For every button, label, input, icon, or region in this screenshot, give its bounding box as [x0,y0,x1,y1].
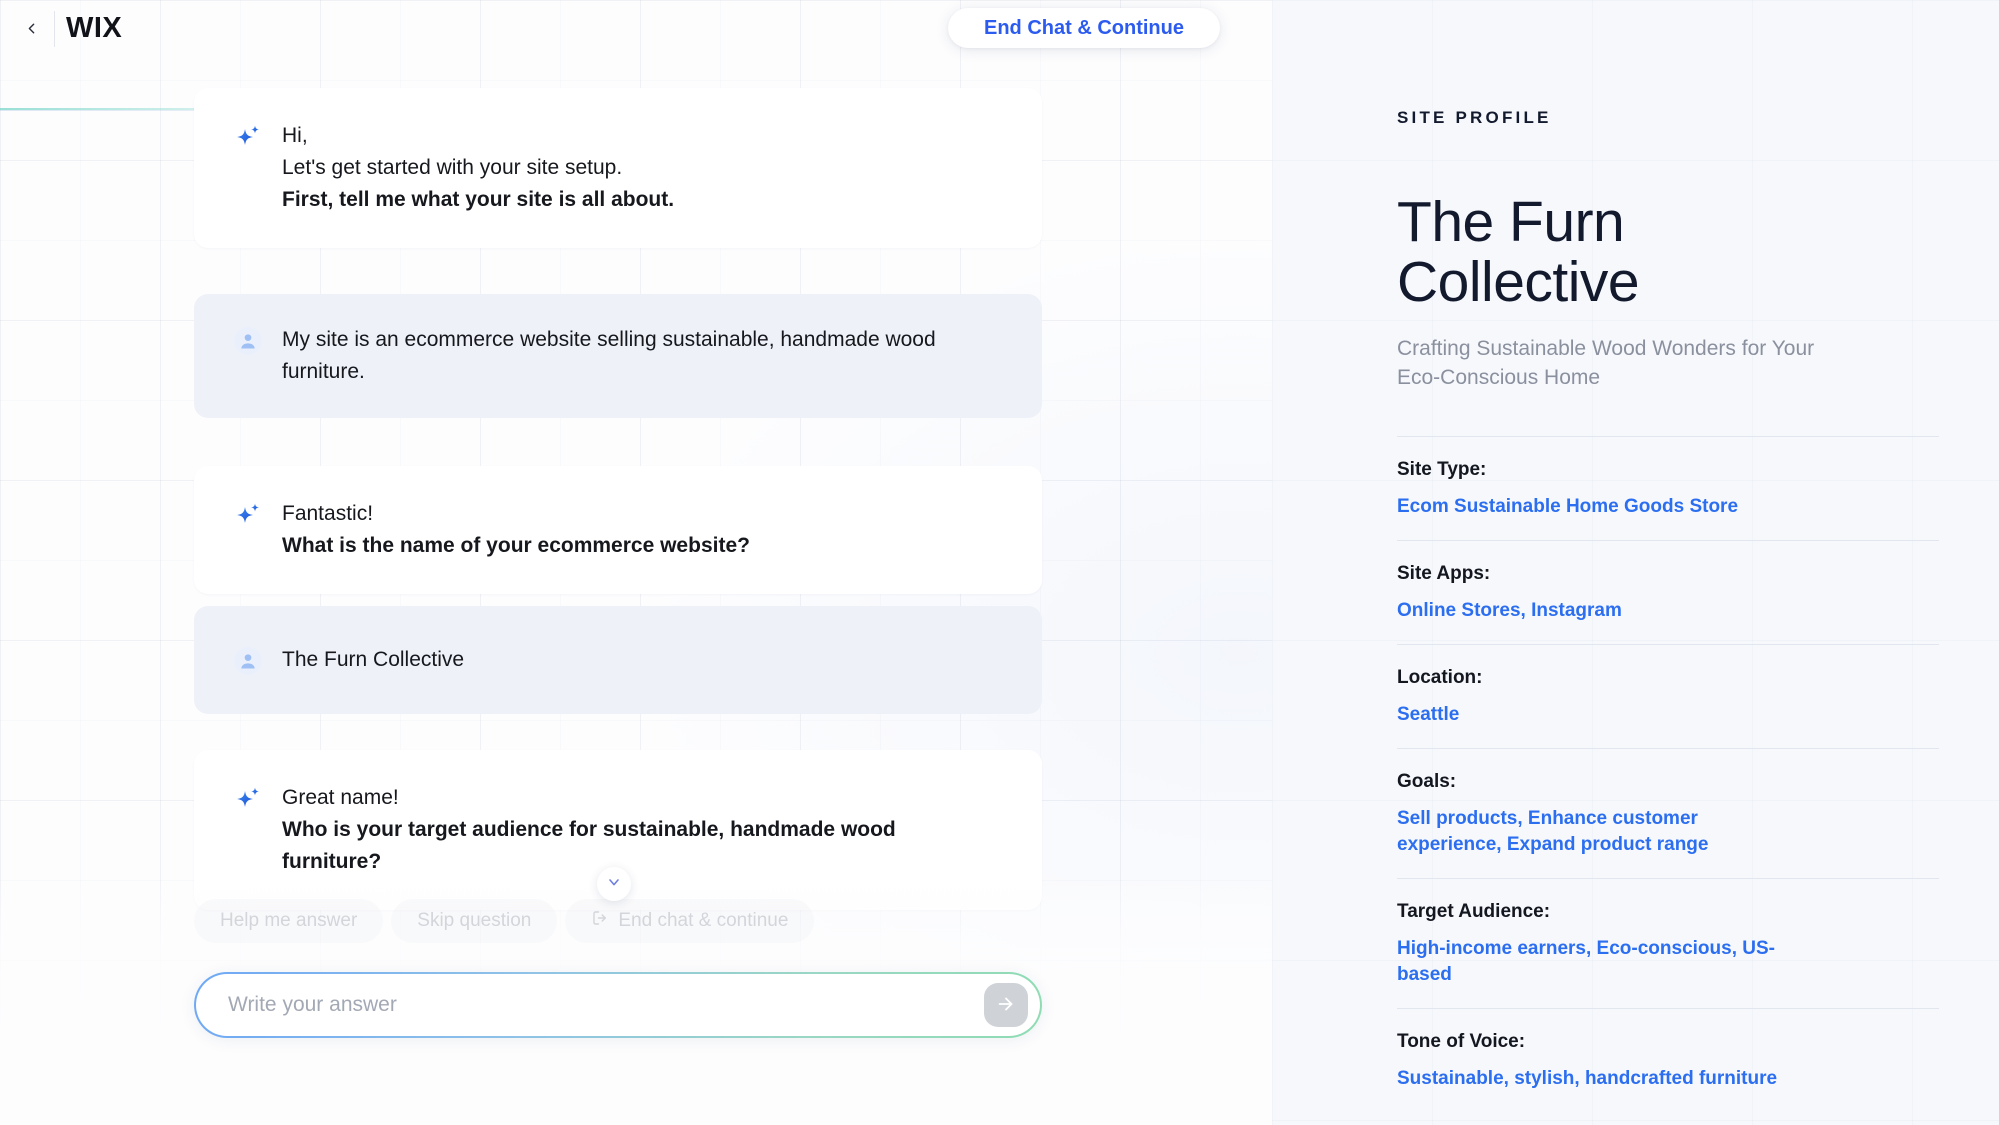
chat-column: Hi, Let's get started with your site set… [0,0,1272,1125]
scroll-to-bottom-button[interactable] [597,867,631,901]
site-title-line-2: Collective [1397,252,1939,312]
message-body: Fantastic! What is the name of your ecom… [282,498,1002,562]
message-line: First, tell me what your site is all abo… [282,184,1002,216]
message-line: What is the name of your ecommerce websi… [282,530,1002,562]
detail-label: Site Type: [1397,459,1939,481]
message-body: My site is an ecommerce website selling … [282,324,1002,388]
site-profile-eyebrow: SITE PROFILE [1397,108,1939,128]
chip-help-me-answer[interactable]: Help me answer [194,899,383,943]
topbar-divider [54,11,55,47]
detail-row-target-audience: Target Audience: High-income earners, Ec… [1397,878,1939,1008]
site-title-line-1: The Furn [1397,192,1939,252]
user-avatar-icon [234,327,262,355]
detail-label: Goals: [1397,771,1939,793]
chat-message-ai-2: Fantastic! What is the name of your ecom… [194,466,1042,594]
answer-input-container [194,972,1042,1038]
chevron-left-icon [23,20,40,42]
wix-ai-site-setup-page: WIX Hi, Let's get started with your sit [0,0,1999,1125]
message-line: The Furn Collective [282,644,1002,676]
suggestion-chips: Help me answer Skip question End chat & … [194,899,814,943]
exit-icon [591,909,609,933]
detail-value[interactable]: High-income earners, Eco-conscious, US-b… [1397,936,1797,988]
chevron-down-icon [606,874,622,895]
chip-label: Skip question [417,910,531,932]
detail-row-goals: Goals: Sell products, Enhance customer e… [1397,748,1939,878]
chip-label: Help me answer [220,910,357,932]
site-profile-title: The Furn Collective [1397,192,1939,312]
send-button[interactable] [984,983,1028,1027]
detail-value[interactable]: Seattle [1397,702,1797,728]
chip-label: End chat & continue [618,910,788,932]
site-profile-panel: SITE PROFILE The Furn Collective Craftin… [1272,0,1999,1125]
message-line: furniture. [282,356,1002,388]
wix-logo[interactable]: WIX [66,12,122,45]
site-profile-tagline: Crafting Sustainable Wood Wonders for Yo… [1397,334,1827,392]
detail-value[interactable]: Ecom Sustainable Home Goods Store [1397,494,1797,520]
detail-label: Site Apps: [1397,563,1939,585]
detail-value[interactable]: Sell products, Enhance customer experien… [1397,806,1797,858]
message-line: Let's get started with your site setup. [282,152,1002,184]
detail-value[interactable]: Online Stores, Instagram [1397,598,1797,624]
message-body: Hi, Let's get started with your site set… [282,120,1002,216]
arrow-right-icon [995,993,1017,1018]
avatar [234,327,262,355]
detail-label: Target Audience: [1397,901,1939,923]
end-chat-and-continue-button[interactable]: End Chat & Continue [948,8,1220,48]
chip-skip-question[interactable]: Skip question [391,899,557,943]
message-line: Fantastic! [282,498,1002,530]
ai-sparkle-icon [234,785,262,813]
detail-row-site-apps: Site Apps: Online Stores, Instagram [1397,540,1939,644]
message-line: Hi, [282,120,1002,152]
detail-row-tone-of-voice: Tone of Voice: Sustainable, stylish, han… [1397,1008,1939,1112]
back-button[interactable] [14,14,48,48]
answer-input-inner [196,974,1040,1036]
chat-message-user-2: The Furn Collective [194,606,1042,714]
detail-row-location: Location: Seattle [1397,644,1939,748]
detail-label: Location: [1397,667,1939,689]
site-profile-content: SITE PROFILE The Furn Collective Craftin… [1272,0,1999,1112]
detail-value[interactable]: Sustainable, stylish, handcrafted furnit… [1397,1066,1797,1092]
message-line: furniture? [282,846,1002,878]
ai-sparkle-icon [234,501,262,529]
avatar [234,647,262,675]
chat-message-ai-1: Hi, Let's get started with your site set… [194,88,1042,248]
answer-input[interactable] [228,974,984,1036]
chip-end-chat-continue[interactable]: End chat & continue [565,899,814,943]
message-body: The Furn Collective [282,644,1002,676]
message-body: Great name! Who is your target audience … [282,782,1002,878]
user-avatar-icon [234,647,262,675]
message-line: My site is an ecommerce website selling … [282,324,1002,356]
detail-row-site-type: Site Type: Ecom Sustainable Home Goods S… [1397,436,1939,540]
message-line: Great name! [282,782,1002,814]
detail-label: Tone of Voice: [1397,1031,1939,1053]
ai-sparkle-icon [234,123,262,151]
chat-message-user-1: My site is an ecommerce website selling … [194,294,1042,418]
message-line: Who is your target audience for sustaina… [282,814,1002,846]
